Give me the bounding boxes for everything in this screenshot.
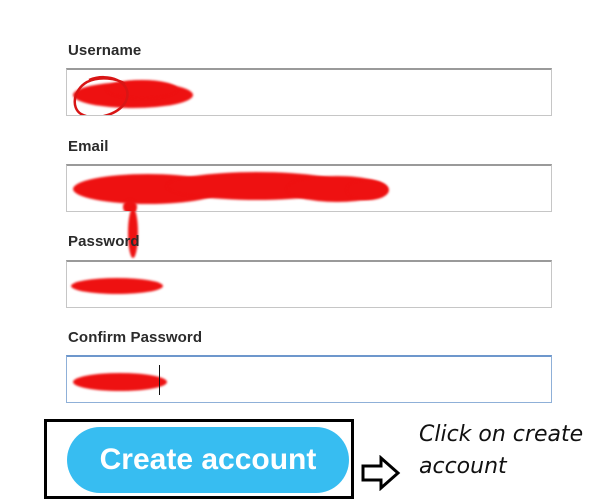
confirm-password-label: Confirm Password — [68, 329, 203, 346]
confirm-password-input[interactable] — [66, 355, 552, 403]
password-input[interactable] — [66, 260, 552, 308]
username-input[interactable] — [66, 68, 552, 116]
password-label: Password — [68, 233, 140, 250]
email-label: Email — [68, 138, 109, 155]
username-redaction-circle — [73, 75, 129, 115]
annotation-note: Click on create account — [419, 419, 599, 483]
username-label: Username — [68, 42, 142, 59]
annotation-line-1: Click on create — [419, 422, 584, 447]
annotation-line-2: account — [419, 454, 507, 479]
create-account-button[interactable]: Create account — [67, 427, 349, 493]
hollow-right-arrow-icon — [361, 455, 401, 491]
text-caret — [159, 365, 160, 395]
highlight-frame: Create account — [44, 419, 354, 499]
email-input[interactable] — [66, 164, 552, 212]
